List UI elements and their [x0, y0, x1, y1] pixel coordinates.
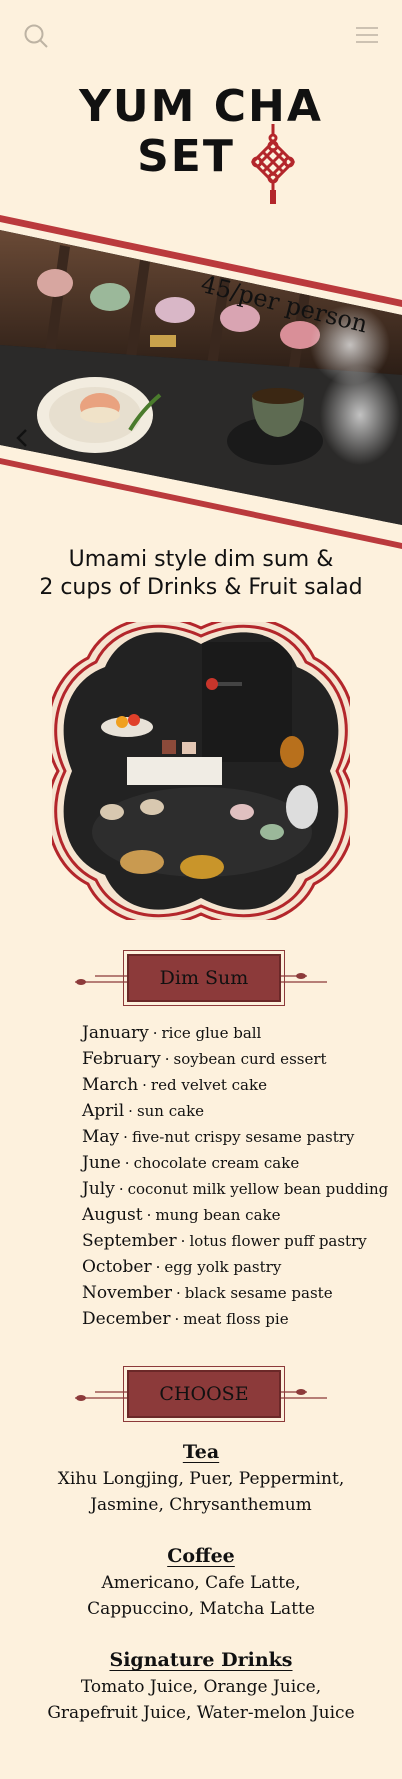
separator: ·	[128, 1102, 133, 1120]
group-line-1: Xihu Longjing, Puer, Peppermint,	[57, 1469, 345, 1489]
tea-group: Tea Xihu Longjing, Puer, Peppermint, Jas…	[0, 1438, 402, 1518]
list-item: July · coconut milk yellow bean pudding	[82, 1176, 392, 1202]
list-item: October · egg yolk pastry	[82, 1254, 392, 1280]
separator: ·	[155, 1258, 161, 1276]
list-item: November · black sesame paste	[82, 1280, 392, 1306]
month-name: October	[82, 1257, 152, 1277]
hero-banner-image	[0, 215, 402, 549]
list-item: March · red velvet cake	[82, 1072, 392, 1098]
dish-name: rice glue ball	[161, 1024, 262, 1042]
separator: ·	[142, 1076, 147, 1094]
month-name: July	[82, 1179, 115, 1199]
group-title: Tea	[182, 1441, 220, 1463]
separator: ·	[175, 1284, 181, 1302]
set-description: Umami style dim sum & 2 cups of Drinks &…	[0, 546, 402, 602]
description-line-2: 2 cups of Drinks & Fruit salad	[39, 575, 363, 600]
group-line-2: Jasmine, Chrysanthemum	[90, 1495, 312, 1515]
group-line-1: Tomato Juice, Orange Juice,	[80, 1677, 322, 1697]
list-item: June · chocolate cream cake	[82, 1150, 392, 1176]
dish-name: black sesame paste	[184, 1284, 333, 1302]
choose-section-header: CHOOSE	[75, 1366, 327, 1422]
list-item: January · rice glue ball	[82, 1020, 392, 1046]
chevron-left-icon	[16, 429, 27, 447]
dish-name: red velvet cake	[150, 1076, 267, 1094]
dim-sum-photo	[52, 622, 350, 920]
list-item: September · lotus flower puff pastry	[82, 1228, 392, 1254]
separator: ·	[146, 1206, 152, 1224]
separator: ·	[118, 1180, 124, 1198]
group-line-1: Americano, Cafe Latte,	[101, 1573, 301, 1593]
dim-sum-label: Dim Sum	[123, 950, 285, 1006]
group-line-2: Cappuccino, Matcha Latte	[87, 1599, 315, 1619]
list-item: August · mung bean cake	[82, 1202, 392, 1228]
list-item: February · soybean curd essert	[82, 1046, 392, 1072]
carousel-prev-button[interactable]	[12, 426, 32, 450]
menu-button[interactable]	[354, 24, 380, 46]
month-name: December	[82, 1309, 171, 1329]
separator: ·	[174, 1310, 180, 1328]
separator: ·	[124, 1154, 130, 1172]
month-name: February	[82, 1049, 161, 1069]
description-line-1: Umami style dim sum &	[68, 547, 334, 572]
separator: ·	[180, 1232, 186, 1250]
list-item: December · meat floss pie	[82, 1306, 392, 1332]
group-title: Coffee	[167, 1545, 235, 1567]
month-name: June	[82, 1153, 121, 1173]
signature-drinks-group: Signature Drinks Tomato Juice, Orange Ju…	[0, 1646, 402, 1726]
month-name: September	[82, 1231, 177, 1251]
top-bar	[0, 0, 402, 70]
list-item: May · five-nut crispy sesame pastry	[82, 1124, 392, 1150]
month-name: November	[82, 1283, 172, 1303]
list-item: April · sun cake	[82, 1098, 392, 1124]
separator: ·	[164, 1050, 170, 1068]
coffee-group: Coffee Americano, Cafe Latte, Cappuccino…	[0, 1542, 402, 1622]
dish-name: coconut milk yellow bean pudding	[127, 1180, 389, 1198]
separator: ·	[123, 1128, 128, 1146]
dish-name: egg yolk pastry	[164, 1258, 282, 1276]
choose-label: CHOOSE	[123, 1366, 285, 1422]
page-title: YUM CHA SET	[0, 82, 402, 182]
title-line-2: SET	[137, 131, 235, 182]
group-title: Signature Drinks	[109, 1649, 293, 1671]
group-line-2: Grapefruit Juice, Water-melon Juice	[47, 1703, 355, 1723]
month-name: April	[82, 1101, 125, 1121]
search-icon	[24, 24, 48, 48]
dim-sum-section-header: Dim Sum	[75, 950, 327, 1006]
dim-sum-monthly-list: January · rice glue ball February · soybean …	[82, 1020, 392, 1332]
dish-name: five-nut crispy sesame pastry	[131, 1128, 355, 1146]
dish-name: chocolate cream cake	[133, 1154, 300, 1172]
dish-name: sun cake	[136, 1102, 205, 1120]
dish-name: soybean curd essert	[173, 1050, 327, 1068]
dish-name: lotus flower puff pastry	[189, 1232, 367, 1250]
dish-name: mung bean cake	[155, 1206, 281, 1224]
chinese-knot-icon	[250, 124, 296, 204]
month-name: May	[82, 1127, 120, 1147]
separator: ·	[152, 1024, 158, 1042]
hamburger-menu-icon	[356, 27, 378, 43]
month-name: August	[82, 1205, 143, 1225]
search-button[interactable]	[22, 22, 50, 50]
month-name: March	[82, 1075, 139, 1095]
month-name: January	[82, 1023, 149, 1043]
dish-name: meat floss pie	[183, 1310, 289, 1328]
